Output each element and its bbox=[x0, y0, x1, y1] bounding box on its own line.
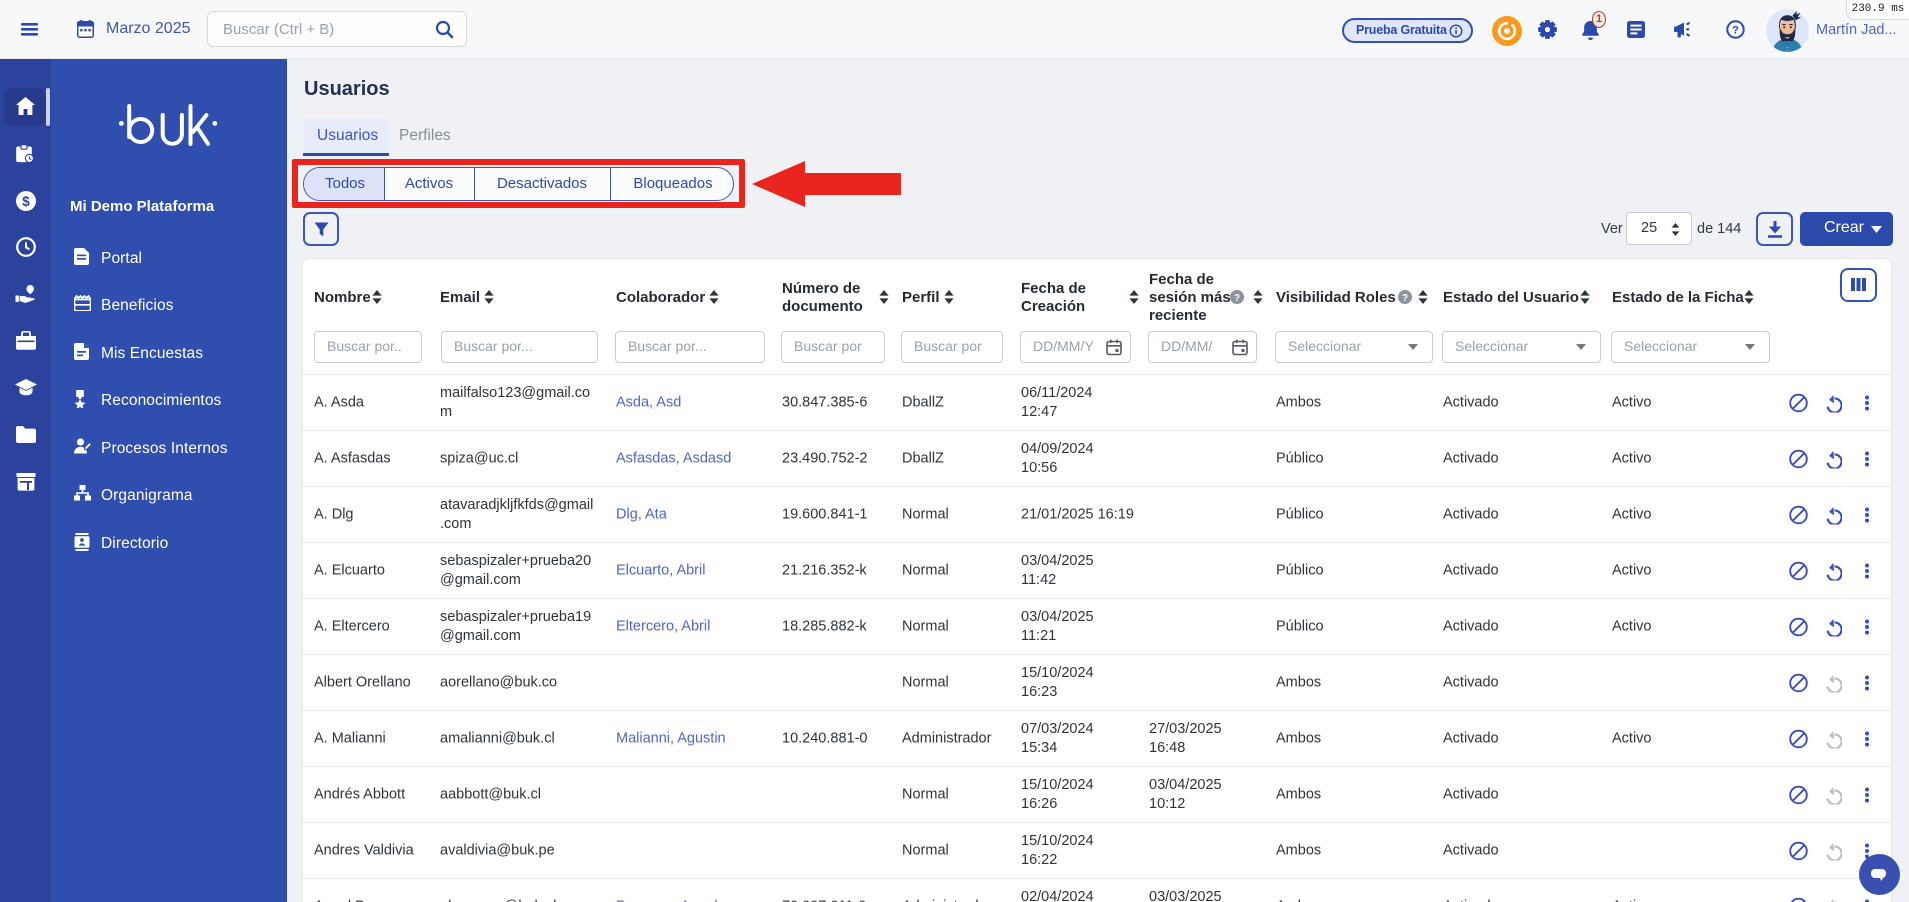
svg-text:$: $ bbox=[22, 194, 30, 209]
svg-text:?: ? bbox=[1732, 25, 1739, 37]
